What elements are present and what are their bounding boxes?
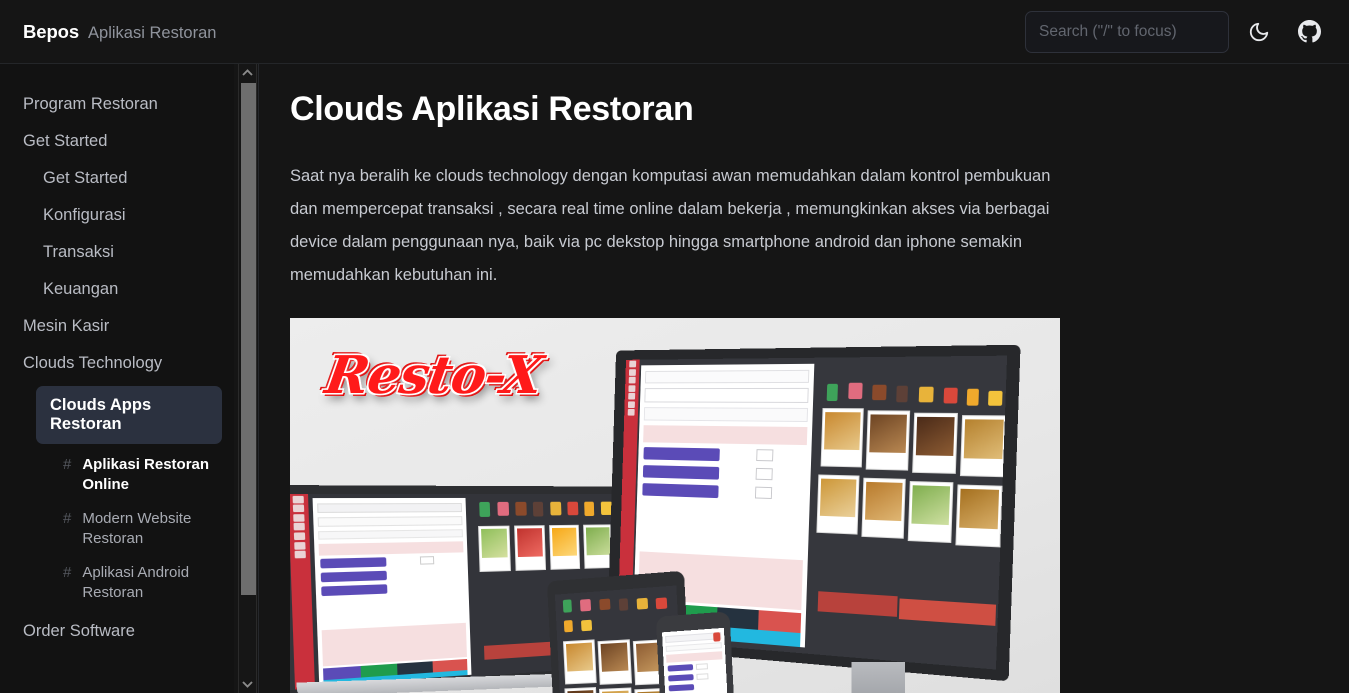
scrollbar-up-button[interactable] xyxy=(239,64,256,81)
sidebar-item-get-started-group[interactable]: Get Started xyxy=(0,123,234,160)
brand-name: Bepos xyxy=(23,21,79,43)
github-link[interactable] xyxy=(1289,12,1329,52)
sidebar-item-clouds-apps-restoran-active[interactable]: Clouds Apps Restoran xyxy=(36,386,222,444)
sidebar-item-transaksi[interactable]: Transaksi xyxy=(0,234,234,271)
restaurant-app-devices-image: Resto-X xyxy=(290,318,1060,693)
sidebar-navigation: Program Restoran Get Started Get Started… xyxy=(0,64,234,693)
scrollbar-down-button[interactable] xyxy=(239,676,256,693)
sidebar-item-clouds-technology[interactable]: Clouds Technology xyxy=(0,345,234,382)
scrollbar-thumb[interactable] xyxy=(241,83,256,595)
sidebar-anchor-modern-website-restoran[interactable]: # Modern Website Restoran xyxy=(0,502,234,556)
header-actions xyxy=(1025,11,1349,53)
github-icon xyxy=(1298,20,1321,43)
sidebar-item-mesin-kasir[interactable]: Mesin Kasir xyxy=(0,308,234,345)
main-content: Clouds Aplikasi Restoran Saat nya berali… xyxy=(259,64,1349,693)
hash-icon: # xyxy=(63,509,71,549)
sidebar-item-get-started[interactable]: Get Started xyxy=(0,160,234,197)
search-input[interactable] xyxy=(1025,11,1229,53)
sidebar-scrollbar[interactable] xyxy=(238,64,257,693)
sidebar-anchor-label: Aplikasi Android Restoran xyxy=(82,563,218,603)
sidebar-item-order-software[interactable]: Order Software xyxy=(0,610,234,650)
brand-subtitle: Aplikasi Restoran xyxy=(88,24,216,43)
page-title: Clouds Aplikasi Restoran xyxy=(290,90,1349,129)
hash-icon: # xyxy=(63,563,71,603)
moon-icon xyxy=(1248,21,1270,43)
sidebar-anchor-label: Modern Website Restoran xyxy=(82,509,218,549)
intro-paragraph: Saat nya beralih ke clouds technology de… xyxy=(290,160,1062,292)
chevron-down-icon xyxy=(242,681,253,688)
sidebar-anchor-aplikasi-android-restoran[interactable]: # Aplikasi Android Restoran xyxy=(0,556,234,610)
brand[interactable]: Bepos Aplikasi Restoran xyxy=(0,21,216,43)
sidebar-anchor-label: Aplikasi Restoran Online xyxy=(82,455,218,495)
sidebar-anchor-aplikasi-restoran-online[interactable]: # Aplikasi Restoran Online xyxy=(0,448,234,502)
resto-x-logo: Resto-X xyxy=(321,345,546,406)
app-header: Bepos Aplikasi Restoran xyxy=(0,0,1349,64)
sidebar-item-konfigurasi[interactable]: Konfigurasi xyxy=(0,197,234,234)
theme-toggle-button[interactable] xyxy=(1239,12,1279,52)
hash-icon: # xyxy=(63,455,71,495)
chevron-up-icon xyxy=(242,69,253,76)
sidebar-item-program-restoran[interactable]: Program Restoran xyxy=(0,86,234,123)
sidebar-item-keuangan[interactable]: Keuangan xyxy=(0,271,234,308)
